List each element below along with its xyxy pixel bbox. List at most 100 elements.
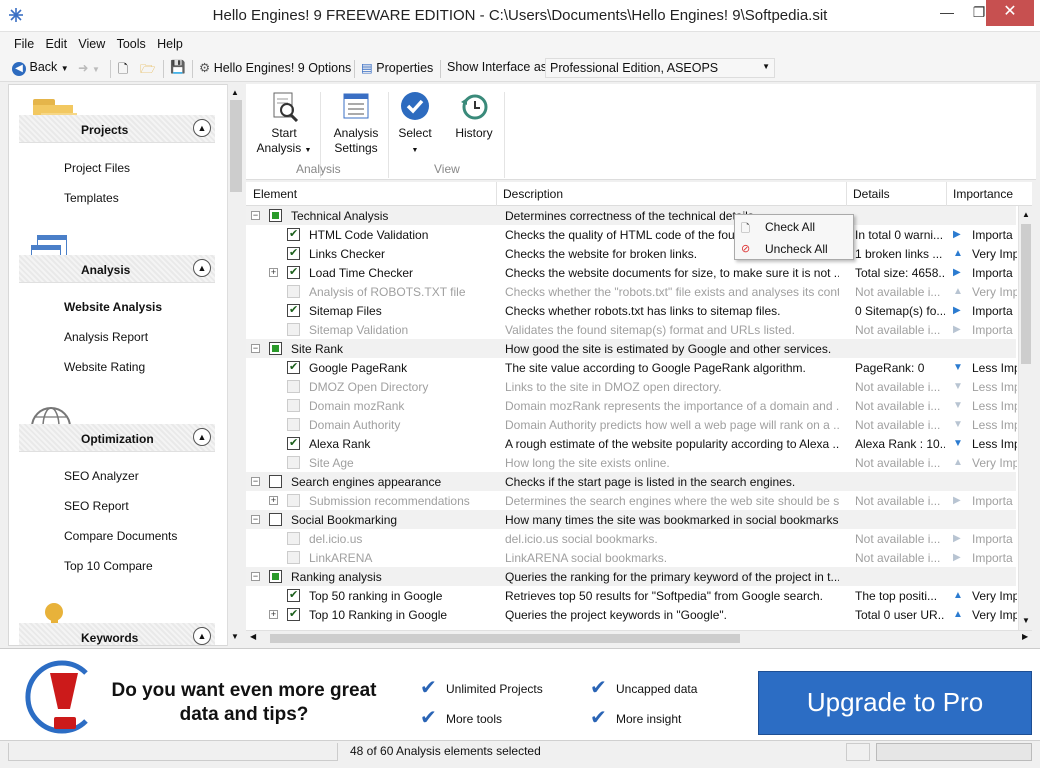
row-checkbox[interactable]: [269, 570, 282, 583]
table-row[interactable]: + Submission recommendations Determines th…: [246, 491, 1016, 510]
forward-button[interactable]: ➜ ▼: [78, 60, 100, 75]
sidebar-scrollbar[interactable]: ▲ ▼: [227, 84, 244, 646]
open-folder-icon[interactable]: 🗁: [140, 60, 156, 81]
row-checkbox[interactable]: [269, 209, 282, 222]
collapse-icon[interactable]: −: [251, 211, 260, 220]
menu-tools[interactable]: Tools: [113, 32, 150, 51]
table-row[interactable]: + Load Time Checker Checks the website doc…: [246, 263, 1016, 282]
sidebar-item-website-analysis[interactable]: Website Analysis: [64, 300, 162, 314]
group-row[interactable]: − Search engines appearance Checks if the …: [246, 472, 1016, 491]
grid-vertical-scrollbar[interactable]: ▲ ▼: [1018, 206, 1032, 630]
row-checkbox[interactable]: [287, 360, 300, 374]
collapse-icon[interactable]: −: [251, 515, 260, 524]
column-importance[interactable]: Importance: [953, 187, 1013, 201]
row-checkbox[interactable]: [287, 303, 300, 317]
table-row[interactable]: LinkARENA LinkARENA social bookmarks. Not …: [246, 548, 1016, 567]
row-checkbox[interactable]: [287, 456, 300, 469]
grid-horizontal-scrollbar[interactable]: ◀ ▶: [246, 630, 1032, 646]
table-row[interactable]: Top 50 ranking in Google Retrieves top 50…: [246, 586, 1017, 605]
row-checkbox[interactable]: [269, 513, 282, 526]
sidebar-item-compare-documents[interactable]: Compare Documents: [64, 529, 177, 543]
sidebar-item-templates[interactable]: Templates: [64, 191, 119, 205]
group-row[interactable]: − Technical Analysis Determines correctnes…: [246, 206, 1016, 225]
menu-uncheck-all[interactable]: Uncheck All: [765, 242, 828, 256]
table-row[interactable]: Google PageRank The site value according …: [246, 358, 1017, 377]
row-checkbox[interactable]: [269, 475, 282, 488]
expand-icon[interactable]: +: [269, 610, 278, 619]
back-button[interactable]: ◀ Back ▼: [12, 60, 69, 76]
new-file-icon[interactable]: 🗋: [118, 60, 128, 81]
column-element[interactable]: Element: [253, 187, 297, 201]
analysis-settings-button[interactable]: Analysis Settings: [326, 90, 386, 156]
collapse-icon[interactable]: ▲: [193, 428, 211, 446]
upgrade-to-pro-button[interactable]: Upgrade to Pro: [758, 671, 1032, 735]
row-checkbox[interactable]: [287, 227, 300, 241]
table-row[interactable]: HTML Code ValidationChecks the quality o…: [246, 225, 1016, 244]
exclamation-logo-icon: [25, 660, 88, 734]
column-details[interactable]: Details: [853, 187, 890, 201]
sidebar-item-seo-report[interactable]: SEO Report: [64, 499, 129, 513]
collapse-icon[interactable]: −: [251, 477, 260, 486]
sidebar-item-seo-analyzer[interactable]: SEO Analyzer: [64, 469, 139, 483]
sidebar-item-website-rating[interactable]: Website Rating: [64, 360, 145, 374]
row-checkbox[interactable]: [287, 418, 300, 431]
progress-bar: [876, 743, 1032, 761]
row-checkbox[interactable]: [287, 494, 300, 507]
menu-view[interactable]: View: [74, 32, 109, 51]
expand-icon[interactable]: +: [269, 268, 278, 277]
collapse-icon[interactable]: −: [251, 344, 260, 353]
menu-help[interactable]: Help: [153, 32, 187, 51]
group-header-optimization[interactable]: Optimization ▲: [19, 424, 215, 452]
table-row[interactable]: Domain Authority Domain Authority predict…: [246, 415, 1017, 434]
properties-button[interactable]: ▤ Properties: [361, 60, 433, 75]
table-row[interactable]: + Top 10 Ranking in Google Queries the pro…: [246, 605, 1017, 624]
history-button[interactable]: History: [450, 90, 498, 141]
row-checkbox[interactable]: [287, 588, 300, 602]
collapse-icon[interactable]: −: [251, 572, 260, 581]
start-analysis-button[interactable]: Start Analysis ▼: [256, 90, 312, 158]
select-button[interactable]: Select ▼: [394, 90, 436, 158]
row-checkbox[interactable]: [269, 342, 282, 355]
table-row[interactable]: Sitemap Validation Validates the found si…: [246, 320, 1016, 339]
menu-edit[interactable]: Edit: [42, 32, 72, 51]
table-row[interactable]: del.icio.us del.icio.us social bookmarks.…: [246, 529, 1016, 548]
sidebar-item-top-10-compare[interactable]: Top 10 Compare: [64, 559, 153, 573]
group-header-projects[interactable]: Projects ▲: [19, 115, 215, 143]
collapse-icon[interactable]: ▲: [193, 119, 211, 137]
collapse-icon[interactable]: ▲: [193, 259, 211, 277]
interface-select[interactable]: Professional Edition, ASEOPS ▼: [545, 58, 775, 78]
save-icon[interactable]: 💾: [170, 60, 186, 75]
menu-file[interactable]: File: [10, 32, 38, 51]
row-checkbox[interactable]: [287, 607, 300, 621]
table-row[interactable]: DMOZ Open Directory Links to the site in …: [246, 377, 1017, 396]
table-row[interactable]: Links CheckerChecks the website for brok…: [246, 244, 1017, 263]
group-row[interactable]: − Ranking analysis Queries the ranking for…: [246, 567, 1016, 586]
row-checkbox[interactable]: [287, 285, 300, 298]
row-checkbox[interactable]: [287, 551, 300, 564]
row-checkbox[interactable]: [287, 323, 300, 336]
table-row[interactable]: Domain mozRank Domain mozRank represents …: [246, 396, 1017, 415]
table-row[interactable]: Sitemap Files Checks whether robots.txt h…: [246, 301, 1016, 320]
group-header-analysis[interactable]: Analysis ▲: [19, 255, 215, 283]
row-checkbox[interactable]: [287, 399, 300, 412]
group-header-keywords[interactable]: Keywords ▲: [19, 623, 215, 645]
table-row[interactable]: Site Age How long the site exists online.…: [246, 453, 1017, 472]
minimize-button[interactable]: —: [930, 0, 964, 26]
table-row[interactable]: Analysis of ROBOTS.TXT file Checks whethe…: [246, 282, 1017, 301]
row-checkbox[interactable]: [287, 532, 300, 545]
table-row[interactable]: Alexa Rank A rough estimate of the websit…: [246, 434, 1017, 453]
row-checkbox[interactable]: [287, 436, 300, 450]
sidebar-item-analysis-report[interactable]: Analysis Report: [64, 330, 148, 344]
group-row[interactable]: − Social Bookmarking How many times the si…: [246, 510, 1016, 529]
options-button[interactable]: ⚙ Hello Engines! 9 Options: [199, 60, 351, 75]
sidebar-item-project-files[interactable]: Project Files: [64, 161, 130, 175]
group-row[interactable]: − Site Rank How good the site is estimated…: [246, 339, 1016, 358]
close-button[interactable]: ✕: [986, 0, 1034, 26]
row-checkbox[interactable]: [287, 265, 300, 279]
menu-check-all[interactable]: Check All: [765, 220, 815, 234]
row-checkbox[interactable]: [287, 246, 300, 260]
expand-icon[interactable]: +: [269, 496, 278, 505]
column-description[interactable]: Description: [503, 187, 563, 201]
collapse-icon[interactable]: ▲: [193, 627, 211, 645]
row-checkbox[interactable]: [287, 380, 300, 393]
